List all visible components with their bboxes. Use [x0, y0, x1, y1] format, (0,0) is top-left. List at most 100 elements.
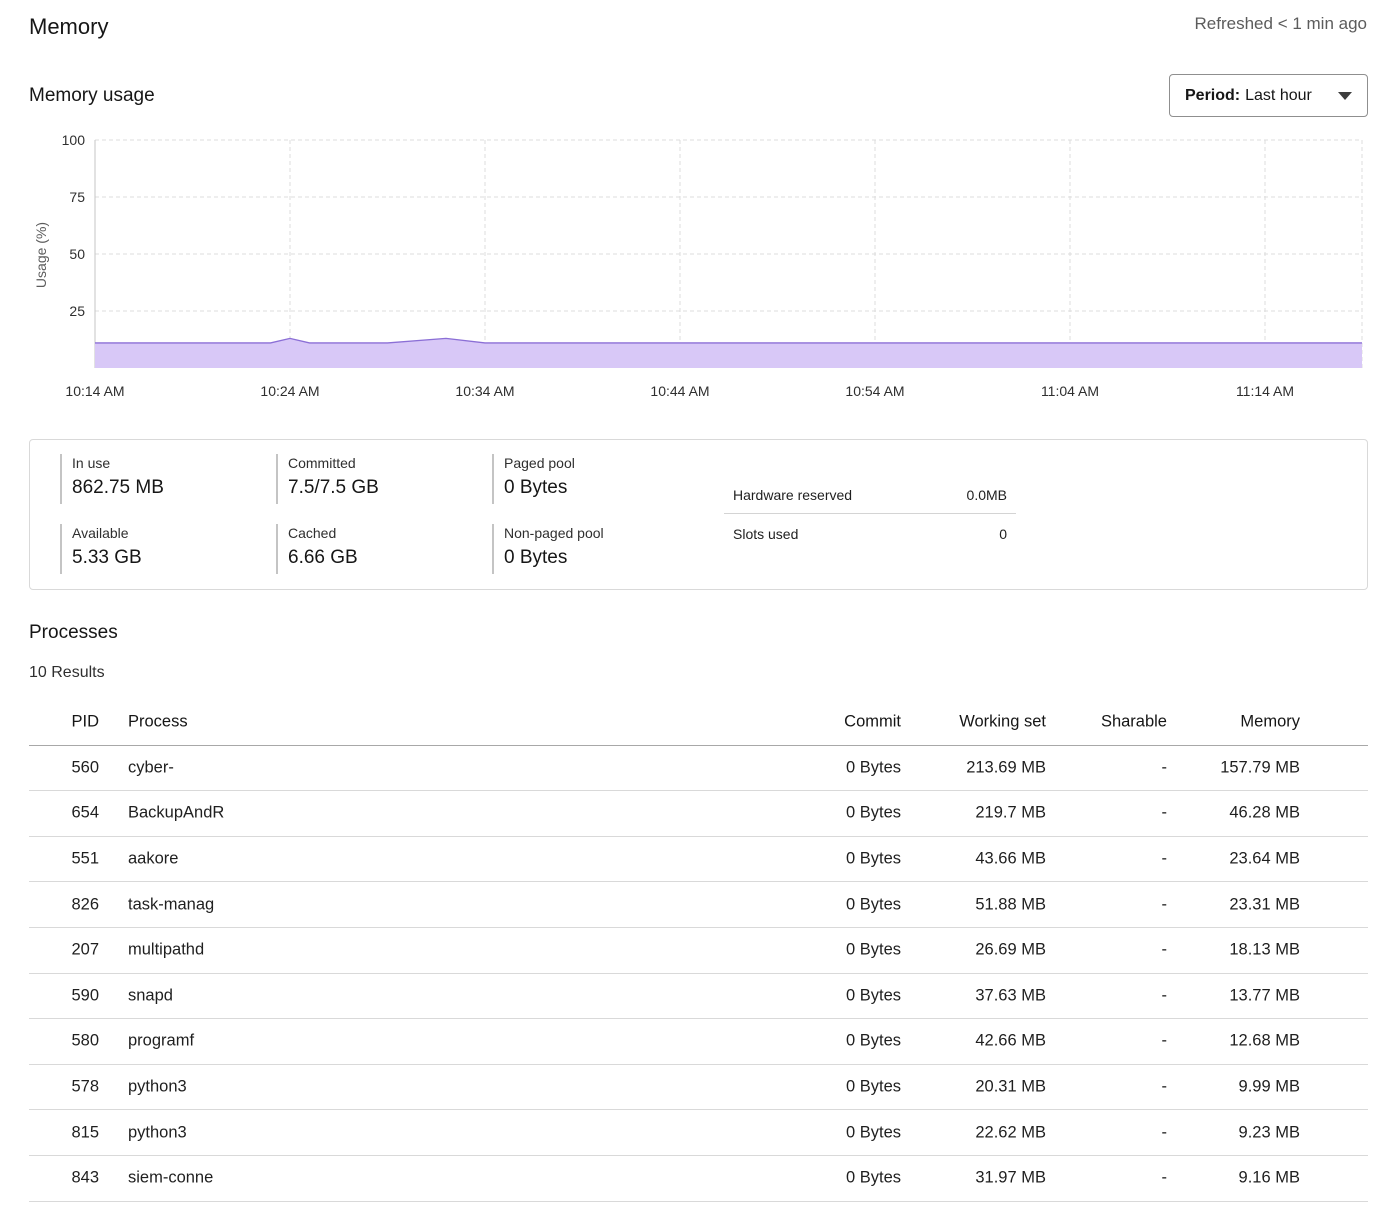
cell-process: python3 [128, 1123, 187, 1142]
col-header-working-set[interactable]: Working set [959, 713, 1046, 732]
table-row[interactable]: 590 snapd 0 Bytes 37.63 MB - 13.77 MB [29, 974, 1368, 1020]
processes-table: PID Process Commit Working set Sharable … [29, 700, 1368, 1202]
cell-sharable: - [1161, 940, 1168, 959]
col-header-process[interactable]: Process [128, 713, 188, 732]
cell-working-set: 20.31 MB [975, 1077, 1046, 1096]
stat-in-use-label: In use [72, 455, 111, 471]
page-title: Memory [29, 14, 109, 39]
table-row[interactable]: 580 programf 0 Bytes 42.66 MB - 12.68 MB [29, 1019, 1368, 1065]
cell-memory: 46.28 MB [1229, 803, 1300, 822]
table-row[interactable]: 560 cyber- 0 Bytes 213.69 MB - 157.79 MB [29, 746, 1368, 792]
cell-pid: 551 [71, 849, 99, 868]
x-tick-label: 10:24 AM [260, 383, 319, 399]
stat-paged-pool-label: Paged pool [504, 455, 575, 471]
cell-sharable: - [1161, 803, 1168, 822]
cell-working-set: 37.63 MB [975, 986, 1046, 1005]
slots-used-value: 0 [999, 526, 1007, 542]
cell-sharable: - [1161, 1031, 1168, 1050]
y-tick-label: 25 [69, 303, 85, 319]
stat-non-paged-pool-label: Non-paged pool [504, 525, 604, 541]
memory-usage-title: Memory usage [29, 85, 155, 106]
cell-working-set: 43.66 MB [975, 849, 1046, 868]
period-value: Last hour [1245, 86, 1312, 104]
cell-sharable: - [1161, 1077, 1168, 1096]
period-select[interactable]: Period: Last hour [1169, 74, 1368, 117]
cell-commit: 0 Bytes [845, 758, 901, 777]
cell-memory: 157.79 MB [1220, 758, 1300, 777]
cell-commit: 0 Bytes [845, 1168, 901, 1187]
stat-cached: Cached 6.66 GB [276, 524, 358, 574]
table-header: PID Process Commit Working set Sharable … [29, 700, 1368, 746]
x-tick-label: 11:04 AM [1041, 383, 1099, 399]
y-tick-label: 50 [69, 246, 85, 262]
slots-used-label: Slots used [733, 526, 799, 542]
refreshed-status: Refreshed < 1 min ago [1194, 14, 1367, 33]
cell-sharable: - [1161, 758, 1168, 777]
cell-process: BackupAndR [128, 803, 225, 822]
cell-working-set: 31.97 MB [975, 1168, 1046, 1187]
cell-memory: 23.31 MB [1229, 895, 1300, 914]
x-tick-label: 11:14 AM [1236, 383, 1294, 399]
cell-working-set: 51.88 MB [975, 895, 1046, 914]
stat-available: Available 5.33 GB [60, 524, 142, 574]
stat-available-label: Available [72, 525, 129, 541]
y-axis-label: Usage (%) [33, 222, 49, 288]
table-row[interactable]: 815 python3 0 Bytes 22.62 MB - 9.23 MB [29, 1110, 1368, 1156]
stat-in-use-value: 862.75 MB [72, 477, 164, 498]
stat-committed-label: Committed [288, 455, 356, 471]
cell-pid: 578 [71, 1077, 99, 1096]
cell-working-set: 22.62 MB [975, 1123, 1046, 1142]
col-header-commit[interactable]: Commit [844, 713, 901, 732]
stat-paged-pool: Paged pool 0 Bytes [492, 454, 575, 504]
table-row[interactable]: 578 python3 0 Bytes 20.31 MB - 9.99 MB [29, 1065, 1368, 1111]
results-count: 10 Results [29, 664, 105, 681]
cell-working-set: 219.7 MB [975, 803, 1046, 822]
cell-process: siem-conne [128, 1168, 214, 1187]
table-row[interactable]: 843 siem-conne 0 Bytes 31.97 MB - 9.16 MB [29, 1156, 1368, 1202]
table-row[interactable]: 551 aakore 0 Bytes 43.66 MB - 23.64 MB [29, 837, 1368, 883]
cell-commit: 0 Bytes [845, 1123, 901, 1142]
cell-commit: 0 Bytes [845, 895, 901, 914]
cell-pid: 826 [71, 895, 99, 914]
cell-sharable: - [1161, 986, 1168, 1005]
chevron-down-icon [1338, 92, 1352, 100]
cell-sharable: - [1161, 1168, 1168, 1187]
cell-process: cyber- [128, 758, 174, 777]
cell-commit: 0 Bytes [845, 940, 901, 959]
memory-usage-chart: 25 50 75 100 10:14 AM 10:24 AM 10:34 AM 10:44 A… [33, 132, 1363, 399]
cell-pid: 580 [71, 1031, 99, 1050]
cell-commit: 0 Bytes [845, 1031, 901, 1050]
cell-pid: 560 [71, 758, 99, 777]
cell-memory: 23.64 MB [1229, 849, 1300, 868]
table-body: 560 cyber- 0 Bytes 213.69 MB - 157.79 MB 654 Ba… [29, 746, 1368, 1202]
col-header-sharable[interactable]: Sharable [1101, 713, 1167, 732]
stat-in-use: In use 862.75 MB [60, 454, 164, 504]
hardware-reserved-row: Hardware reserved 0.0MB [724, 476, 1016, 514]
table-row[interactable]: 826 task-manag 0 Bytes 51.88 MB - 23.31 MB [29, 882, 1368, 928]
y-tick-label: 75 [69, 189, 85, 205]
cell-working-set: 213.69 MB [966, 758, 1046, 777]
cell-memory: 9.23 MB [1238, 1123, 1300, 1142]
table-row[interactable]: 654 BackupAndR 0 Bytes 219.7 MB - 46.28 MB [29, 791, 1368, 837]
cell-sharable: - [1161, 895, 1168, 914]
col-header-memory[interactable]: Memory [1240, 713, 1300, 732]
cell-pid: 590 [71, 986, 99, 1005]
cell-memory: 12.68 MB [1229, 1031, 1300, 1050]
y-tick-label: 100 [62, 132, 86, 148]
col-header-pid[interactable]: PID [71, 713, 99, 732]
cell-sharable: - [1161, 849, 1168, 868]
cell-working-set: 26.69 MB [975, 940, 1046, 959]
stat-committed: Committed 7.5/7.5 GB [276, 454, 379, 504]
processes-title: Processes [29, 622, 118, 643]
cell-working-set: 42.66 MB [975, 1031, 1046, 1050]
cell-memory: 18.13 MB [1229, 940, 1300, 959]
cell-pid: 654 [71, 803, 99, 822]
stat-non-paged-pool-value: 0 Bytes [504, 547, 568, 568]
cell-memory: 13.77 MB [1229, 986, 1300, 1005]
table-row[interactable]: 207 multipathd 0 Bytes 26.69 MB - 18.13 MB [29, 928, 1368, 974]
stat-committed-value: 7.5/7.5 GB [288, 477, 379, 498]
x-tick-label: 10:44 AM [650, 383, 709, 399]
cell-pid: 843 [71, 1168, 99, 1187]
cell-process: multipathd [128, 940, 205, 959]
cell-process: snapd [128, 986, 173, 1005]
